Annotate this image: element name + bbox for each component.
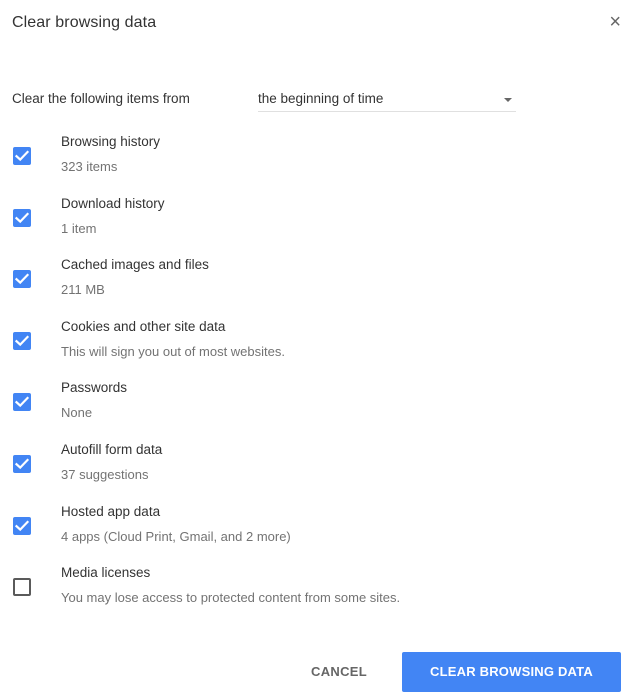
item-cookies[interactable]: Cookies and other site data This will si…: [0, 313, 621, 375]
item-label: Autofill form data: [61, 441, 163, 457]
time-range-label: Clear the following items from: [12, 91, 190, 106]
item-autofill[interactable]: Autofill form data 37 suggestions: [0, 436, 621, 498]
media-licenses-checkbox[interactable]: [13, 578, 31, 597]
clear-browsing-data-dialog: Clear browsing data × Clear the followin…: [0, 0, 621, 692]
item-media-licenses[interactable]: Media licenses You may lose access to pr…: [0, 559, 621, 621]
item-label: Cached images and files: [61, 257, 209, 273]
item-label: Browsing history: [61, 134, 161, 149]
item-label: Hosted app data: [61, 503, 161, 519]
time-range-row: Clear the following items from the begin…: [12, 88, 517, 112]
close-icon[interactable]: ×: [603, 12, 621, 32]
checkmark-icon: [15, 520, 29, 531]
item-download-history[interactable]: Download history 1 item: [0, 190, 621, 252]
time-range-dropdown[interactable]: the beginning of time: [258, 88, 516, 112]
cached-images-checkbox[interactable]: [13, 270, 31, 289]
clear-browsing-data-button[interactable]: CLEAR BROWSING DATA: [402, 652, 621, 692]
checkmark-icon: [15, 273, 29, 285]
dialog-footer: CANCEL CLEAR BROWSING DATA: [0, 652, 621, 692]
checkmark-icon: [15, 212, 29, 223]
item-label: Cookies and other site data: [61, 318, 226, 334]
item-description: This will sign you out of most websites.: [61, 343, 285, 359]
item-description: You may lose access to protected content…: [61, 590, 401, 606]
autofill-checkbox[interactable]: [13, 454, 31, 473]
data-type-list: Browsing history 323 items Download hist…: [0, 128, 621, 621]
item-description: 4 apps (Cloud Print, Gmail, and 2 more): [61, 528, 291, 544]
dropdown-arrow-icon: [504, 98, 512, 102]
item-passwords[interactable]: Passwords None: [0, 374, 621, 436]
hosted-app-data-checkbox[interactable]: [13, 516, 31, 535]
cancel-button[interactable]: CANCEL: [296, 652, 382, 692]
item-browsing-history[interactable]: Browsing history 323 items: [0, 128, 621, 190]
item-hosted-app-data[interactable]: Hosted app data 4 apps (Cloud Print, Gma…: [0, 498, 621, 560]
item-description: 37 suggestions: [61, 466, 149, 482]
cookies-checkbox[interactable]: [13, 331, 31, 350]
item-label: Media licenses: [61, 565, 151, 581]
item-description: None: [61, 405, 93, 421]
checkmark-icon: [15, 150, 29, 162]
passwords-checkbox[interactable]: [13, 393, 31, 412]
item-description: 1 item: [61, 220, 97, 236]
item-description: 323 items: [61, 159, 118, 174]
item-description: 211 MB: [61, 282, 105, 298]
time-range-value: the beginning of time: [258, 91, 384, 106]
item-label: Download history: [61, 195, 165, 211]
browsing-history-checkbox[interactable]: [13, 147, 31, 165]
download-history-checkbox[interactable]: [13, 208, 31, 227]
item-label: Passwords: [61, 380, 128, 396]
item-cached-images[interactable]: Cached images and files 211 MB: [0, 251, 621, 313]
checkmark-icon: [15, 458, 29, 470]
dialog-title: Clear browsing data: [12, 14, 157, 31]
checkmark-icon: [15, 335, 29, 346]
checkmark-icon: [15, 396, 29, 408]
